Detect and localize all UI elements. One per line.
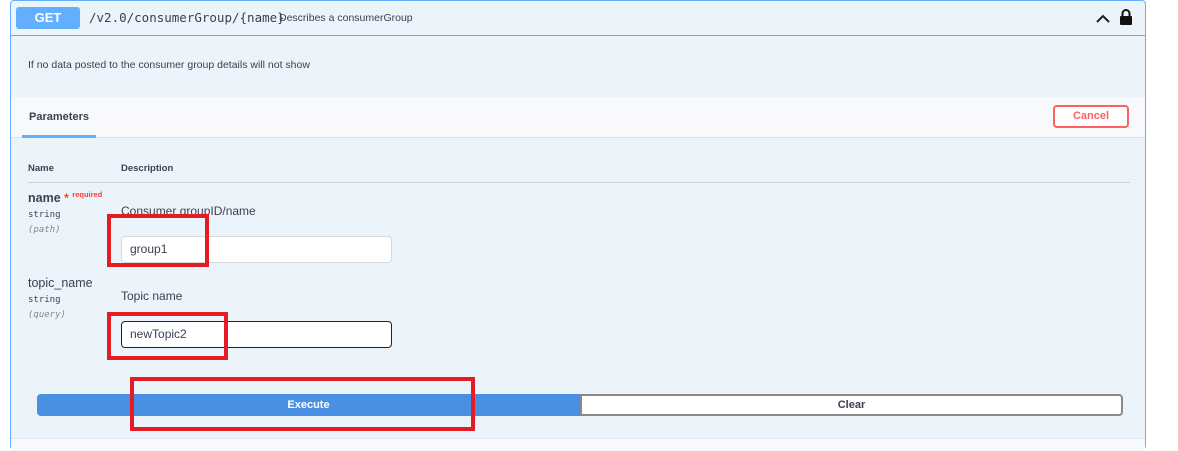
column-header-name: Name	[28, 163, 54, 174]
param-name-type: string	[28, 210, 61, 220]
column-header-description: Description	[121, 163, 174, 174]
chevron-up-icon[interactable]	[1094, 10, 1112, 28]
param-name-location: (path)	[28, 225, 61, 235]
required-star: *	[64, 191, 69, 205]
param-topic-name-location: (query)	[28, 310, 66, 320]
table-header-divider	[28, 182, 1130, 183]
clear-button[interactable]: Clear	[580, 394, 1123, 416]
endpoint-path: /v2.0/consumerGroup/{name}	[89, 10, 285, 25]
responses-band	[11, 438, 1145, 451]
operation-description: If no data posted to the consumer group …	[28, 59, 310, 71]
required-label: required	[72, 190, 103, 199]
parameters-header: Parameters Cancel	[11, 97, 1145, 138]
param-name-label: name * required	[28, 190, 103, 205]
param-topic-name-description: Topic name	[121, 289, 183, 303]
param-topic-name-text: topic_name	[28, 276, 93, 290]
endpoint-summary: Describes a consumerGroup	[279, 12, 413, 24]
param-name-text: name	[28, 191, 61, 205]
highlight-execute-button	[130, 377, 475, 431]
tab-parameters[interactable]: Parameters	[22, 97, 96, 138]
opblock-summary[interactable]: GET /v2.0/consumerGroup/{name} Describes…	[11, 1, 1145, 36]
http-method-badge: GET	[16, 7, 80, 29]
cancel-button[interactable]: Cancel	[1053, 105, 1129, 128]
param-topic-name-type: string	[28, 295, 61, 305]
highlight-name-input	[107, 214, 209, 267]
lock-icon[interactable]	[1119, 8, 1133, 26]
highlight-topic-input	[107, 312, 228, 360]
